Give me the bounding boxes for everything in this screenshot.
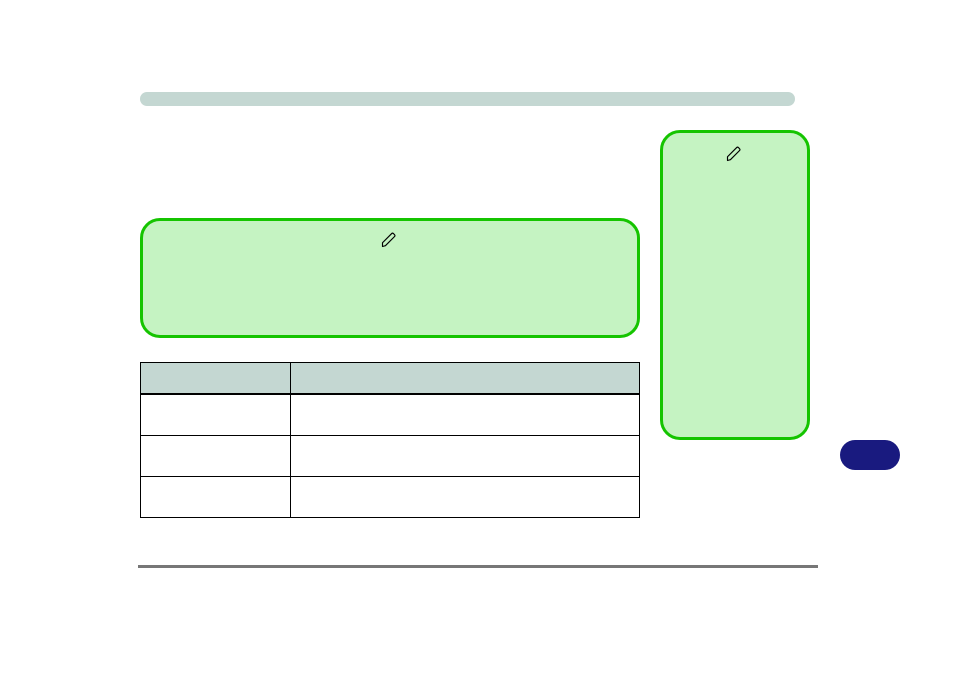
table-cell <box>291 477 640 518</box>
pen-icon <box>725 143 745 163</box>
table-row <box>141 477 640 518</box>
note-box-wide <box>140 218 640 338</box>
table-row <box>141 436 640 477</box>
note-box-tall <box>660 130 810 440</box>
table-header-cell <box>291 363 640 395</box>
pill-badge <box>840 440 900 470</box>
data-table <box>140 362 640 518</box>
table-header-cell <box>141 363 291 395</box>
table-cell <box>141 477 291 518</box>
table-header-row <box>141 363 640 395</box>
table-cell <box>141 394 291 436</box>
table-cell <box>141 436 291 477</box>
table-cell <box>291 394 640 436</box>
footer-rule <box>138 565 818 568</box>
table-row <box>141 394 640 436</box>
table-cell <box>291 436 640 477</box>
heading-bar <box>140 92 795 106</box>
pen-icon <box>380 229 400 249</box>
